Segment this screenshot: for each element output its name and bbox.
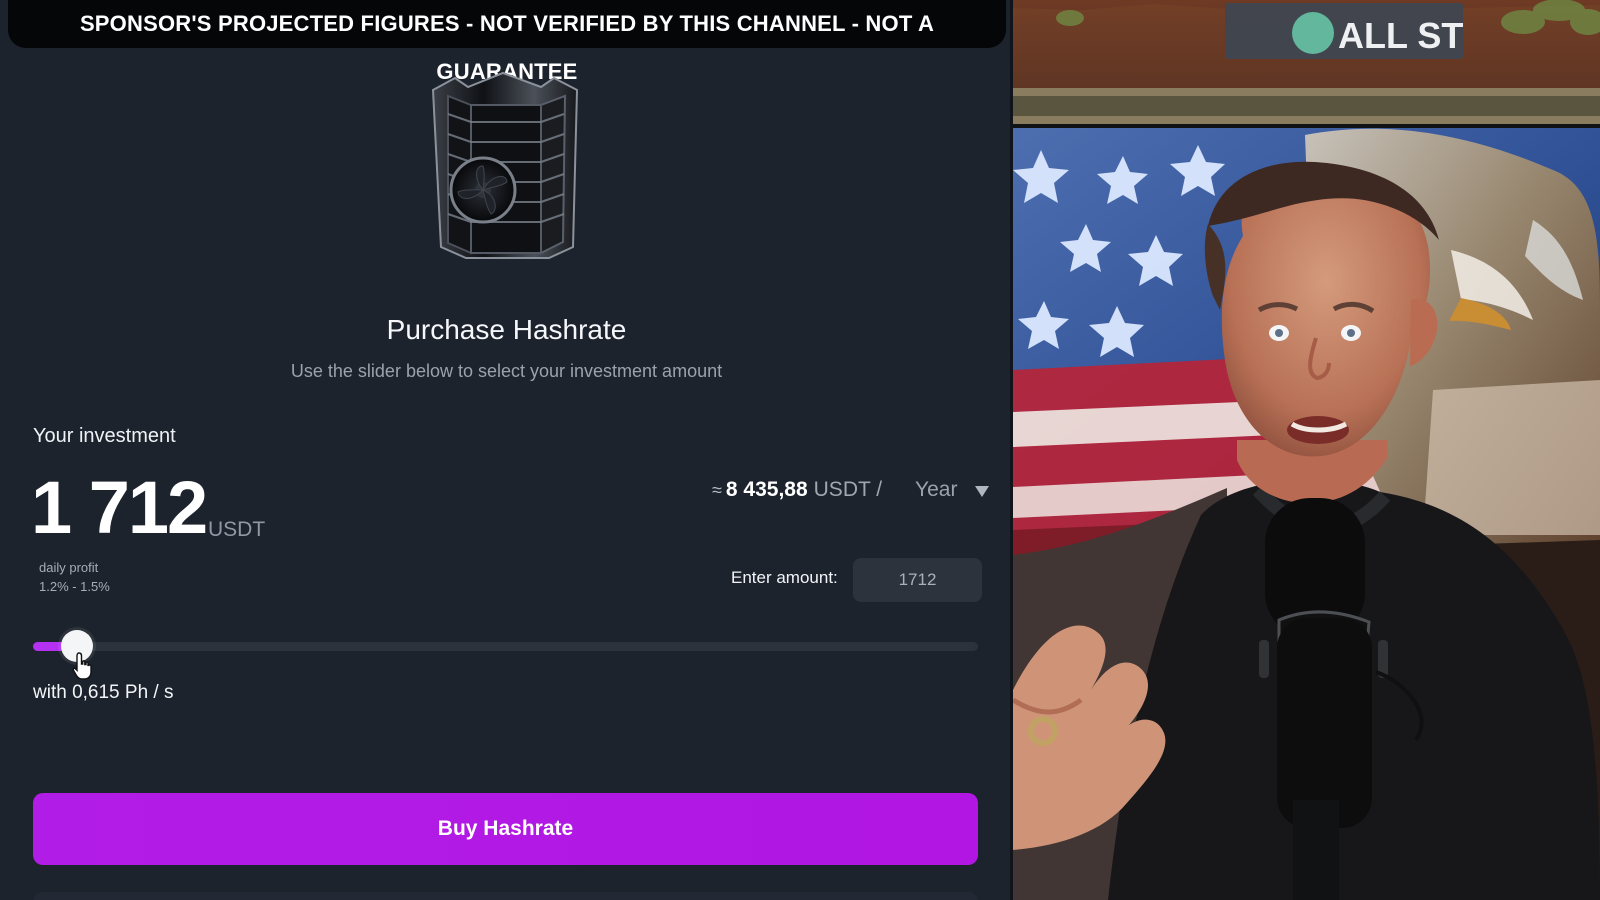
purchase-hashrate-subtitle: Use the slider below to select your inve… [290, 361, 723, 381]
crypto-miner-icon [431, 71, 579, 259]
hashrate-amount: with 0,615 Ph / s [33, 682, 174, 703]
daily-profit-label: daily profit [39, 560, 99, 575]
hashrate-panel: SPONSOR'S PROJECTED FIGURES - NOT VERIFI… [0, 0, 1013, 900]
amount-input[interactable] [853, 558, 982, 602]
sponsor-disclaimer-banner: SPONSOR'S PROJECTED FIGURES - NOT VERIFI… [8, 0, 1006, 84]
bottom-card [33, 892, 978, 900]
daily-profit-range: 1.2% - 1.5% [39, 579, 110, 594]
wall-sign-text: ALL ST [1338, 15, 1463, 56]
purchase-hashrate-title: Purchase Hashrate [386, 314, 627, 345]
presenter-webcam: ALL ST [1013, 0, 1600, 900]
investment-label: Your investment [33, 425, 176, 447]
investment-slider[interactable] [33, 630, 978, 662]
approximate-symbol: ≈ [712, 480, 722, 500]
investment-unit: USDT [208, 518, 266, 541]
projected-unit: USDT / [813, 478, 883, 501]
period-dropdown-value: Year [915, 478, 958, 501]
period-dropdown[interactable]: Year [915, 478, 990, 502]
buy-hashrate-button[interactable]: Buy Hashrate [33, 793, 978, 865]
webcam-video: ALL ST [1013, 0, 1600, 900]
projected-value: 8 435,88 [725, 478, 808, 501]
chevron-down-icon [975, 485, 990, 497]
amount-label: Enter amount: [731, 568, 838, 587]
investment-amount: 1 712 [31, 466, 208, 549]
hand-cursor-icon [72, 652, 92, 680]
projected-return: ≈8 435,88 USDT / [712, 478, 882, 502]
